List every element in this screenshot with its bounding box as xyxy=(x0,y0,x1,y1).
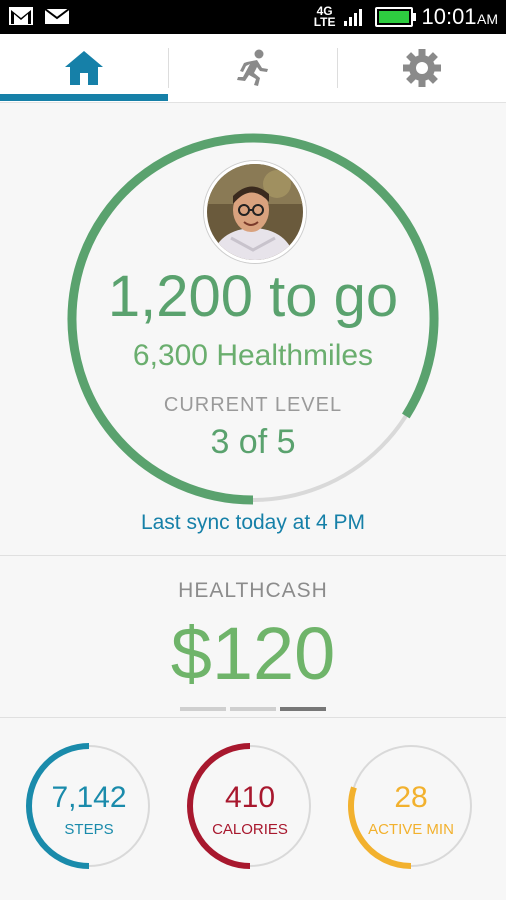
main-content: 1,200 to go 6,300 Healthmiles CURRENT LE… xyxy=(0,103,506,900)
network-type: 4G LTE xyxy=(313,5,336,29)
notification-icons xyxy=(8,6,70,26)
active-min-value: 28 xyxy=(394,781,428,814)
clock-ampm: AM xyxy=(477,11,498,27)
page-dot xyxy=(230,707,276,711)
calories-label: CALORIES xyxy=(212,821,288,838)
active-min-stat[interactable]: 28 ACTIVE MIN xyxy=(346,741,476,871)
healthmiles-total: 6,300 Healthmiles xyxy=(132,339,374,372)
clock: 10:01 AM xyxy=(421,4,498,30)
steps-stat[interactable]: 7,142 STEPS xyxy=(24,741,154,871)
home-icon xyxy=(65,51,103,85)
steps-value: 7,142 xyxy=(51,781,127,814)
healthcash-label: HEALTHCASH xyxy=(178,579,328,602)
steps-label: STEPS xyxy=(64,821,114,838)
tab-home[interactable] xyxy=(0,34,168,102)
signal-icon xyxy=(344,9,363,26)
profile-photo xyxy=(207,164,303,260)
system-icons: 4G LTE 10:01 AM xyxy=(314,4,498,30)
running-icon xyxy=(237,49,268,86)
gmail-icon xyxy=(9,7,33,25)
mail-icon xyxy=(44,8,70,24)
tab-bar xyxy=(0,34,506,103)
network-sub-label: LTE xyxy=(313,15,336,29)
gear-icon xyxy=(403,49,441,87)
clock-time: 10:01 xyxy=(421,4,477,29)
calories-stat[interactable]: 410 CALORIES xyxy=(185,741,315,871)
calories-value: 410 xyxy=(224,781,276,814)
page-dot xyxy=(180,707,226,711)
miles-to-go: 1,200 to go xyxy=(107,264,399,329)
active-min-label: ACTIVE MIN xyxy=(368,821,454,838)
healthcash-value: $120 xyxy=(170,612,336,695)
level-label: CURRENT LEVEL xyxy=(163,394,343,416)
divider xyxy=(0,717,506,718)
divider xyxy=(0,555,506,556)
level-value: 3 of 5 xyxy=(210,423,296,461)
tab-settings[interactable] xyxy=(338,34,506,102)
battery-icon xyxy=(375,7,417,27)
tab-activity[interactable] xyxy=(169,34,337,102)
avatar[interactable] xyxy=(204,161,306,263)
sync-status[interactable]: Last sync today at 4 PM xyxy=(0,511,506,535)
active-tab-indicator xyxy=(0,94,168,101)
status-bar: 4G LTE 10:01 AM xyxy=(0,0,506,34)
page-indicator[interactable] xyxy=(180,707,326,711)
page-dot xyxy=(280,707,326,711)
